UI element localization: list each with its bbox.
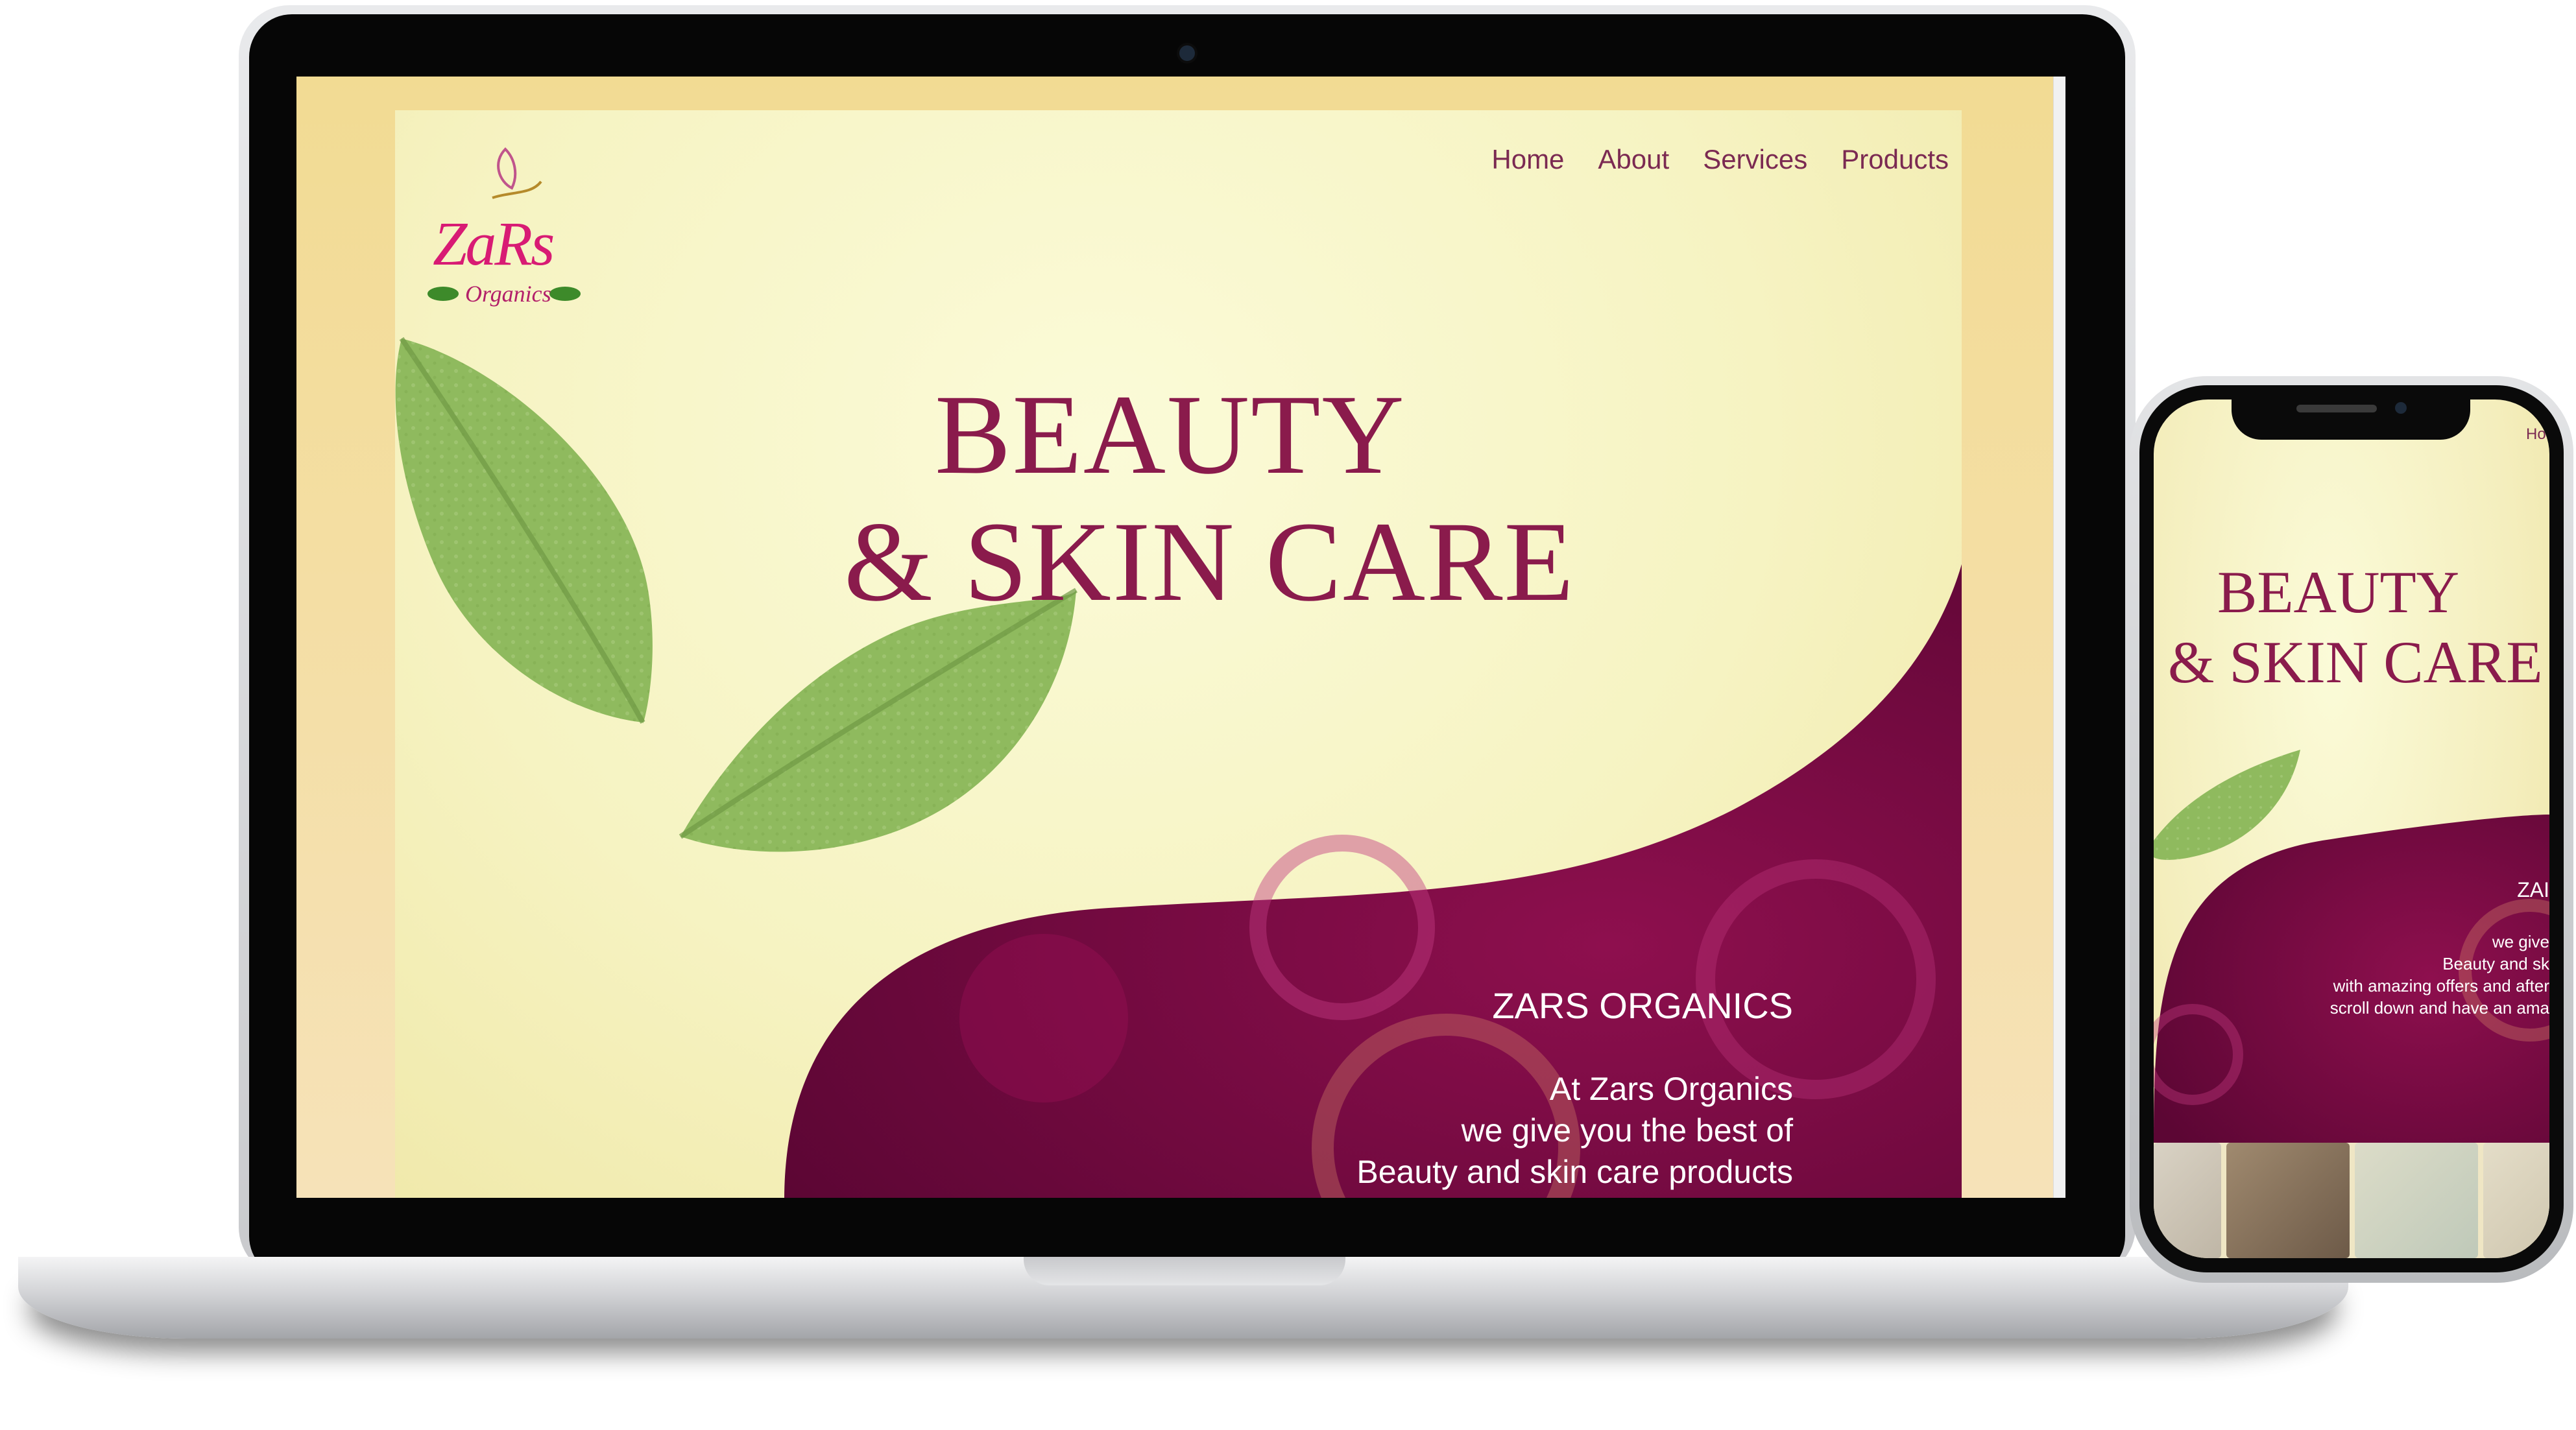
hero-title-line1: BEAUTY	[935, 372, 1406, 498]
phone-section-text-line: Beauty and sk	[2442, 954, 2549, 973]
laptop-screen: ZaRs Organics Home About Services Produc…	[296, 77, 2065, 1198]
phone-section-text-line: scroll down and have an ama	[2329, 998, 2549, 1018]
nav-about[interactable]: About	[1598, 144, 1669, 175]
product-thumbnail[interactable]	[2483, 1143, 2549, 1258]
logo[interactable]: ZaRs Organics	[421, 136, 583, 311]
section-text-line: At Zars Organics	[1549, 1071, 1793, 1107]
speaker-icon	[2296, 405, 2377, 412]
section-text-line: Beauty and skin care products	[1356, 1154, 1793, 1190]
leaf-icon	[2154, 750, 2300, 860]
phone-section-title: ZAI	[2517, 878, 2549, 901]
product-thumbnail[interactable]	[2355, 1143, 2478, 1258]
logo-wordmark: ZaRs	[433, 209, 555, 278]
phone-screen: Hon BEAUTY & SKIN CARE ZAI we give Beaut…	[2154, 399, 2549, 1258]
nav-products[interactable]: Products	[1841, 144, 1949, 175]
website-page: ZaRs Organics Home About Services Produc…	[395, 110, 1962, 1198]
phone-hero-title-line1: BEAUTY	[2217, 559, 2460, 625]
phone-section-text-line: we give	[2492, 932, 2549, 951]
phone-hero-title-line2: & SKIN CARE	[2168, 629, 2543, 695]
product-thumbnail[interactable]	[2226, 1143, 2350, 1258]
webcam-icon	[1179, 45, 1195, 61]
section-text-line: we give you the best of	[1461, 1112, 1793, 1149]
about-text-block: ZARS ORGANICS At Zars Organics we give y…	[1356, 984, 1793, 1193]
nav-home[interactable]: Home	[1491, 144, 1564, 175]
scrollbar[interactable]	[2053, 77, 2065, 1198]
phone-background-art	[2154, 750, 2549, 1143]
leaf-icon	[679, 588, 1078, 852]
phone-about-text-block: ZAI we give Beauty and sk with amazing o…	[2296, 878, 2549, 1019]
phone-notch	[2232, 393, 2470, 440]
nav-services[interactable]: Services	[1703, 144, 1807, 175]
hero-title-line2: & SKIN CARE	[844, 499, 1575, 625]
product-thumbnail[interactable]	[2154, 1143, 2221, 1258]
logo-subtitle: Organics	[465, 281, 551, 307]
laptop-opening-notch	[1024, 1257, 1345, 1285]
phone-nav-home[interactable]: Hon	[2526, 425, 2549, 444]
leaf-icon	[395, 337, 653, 724]
main-nav: Home About Services Products	[1491, 144, 1949, 175]
product-thumbnail-strip	[2154, 1143, 2549, 1258]
front-camera-icon	[2395, 402, 2407, 414]
phone-section-text-line: with amazing offers and after	[2333, 976, 2549, 995]
section-title: ZARS ORGANICS	[1492, 985, 1793, 1026]
